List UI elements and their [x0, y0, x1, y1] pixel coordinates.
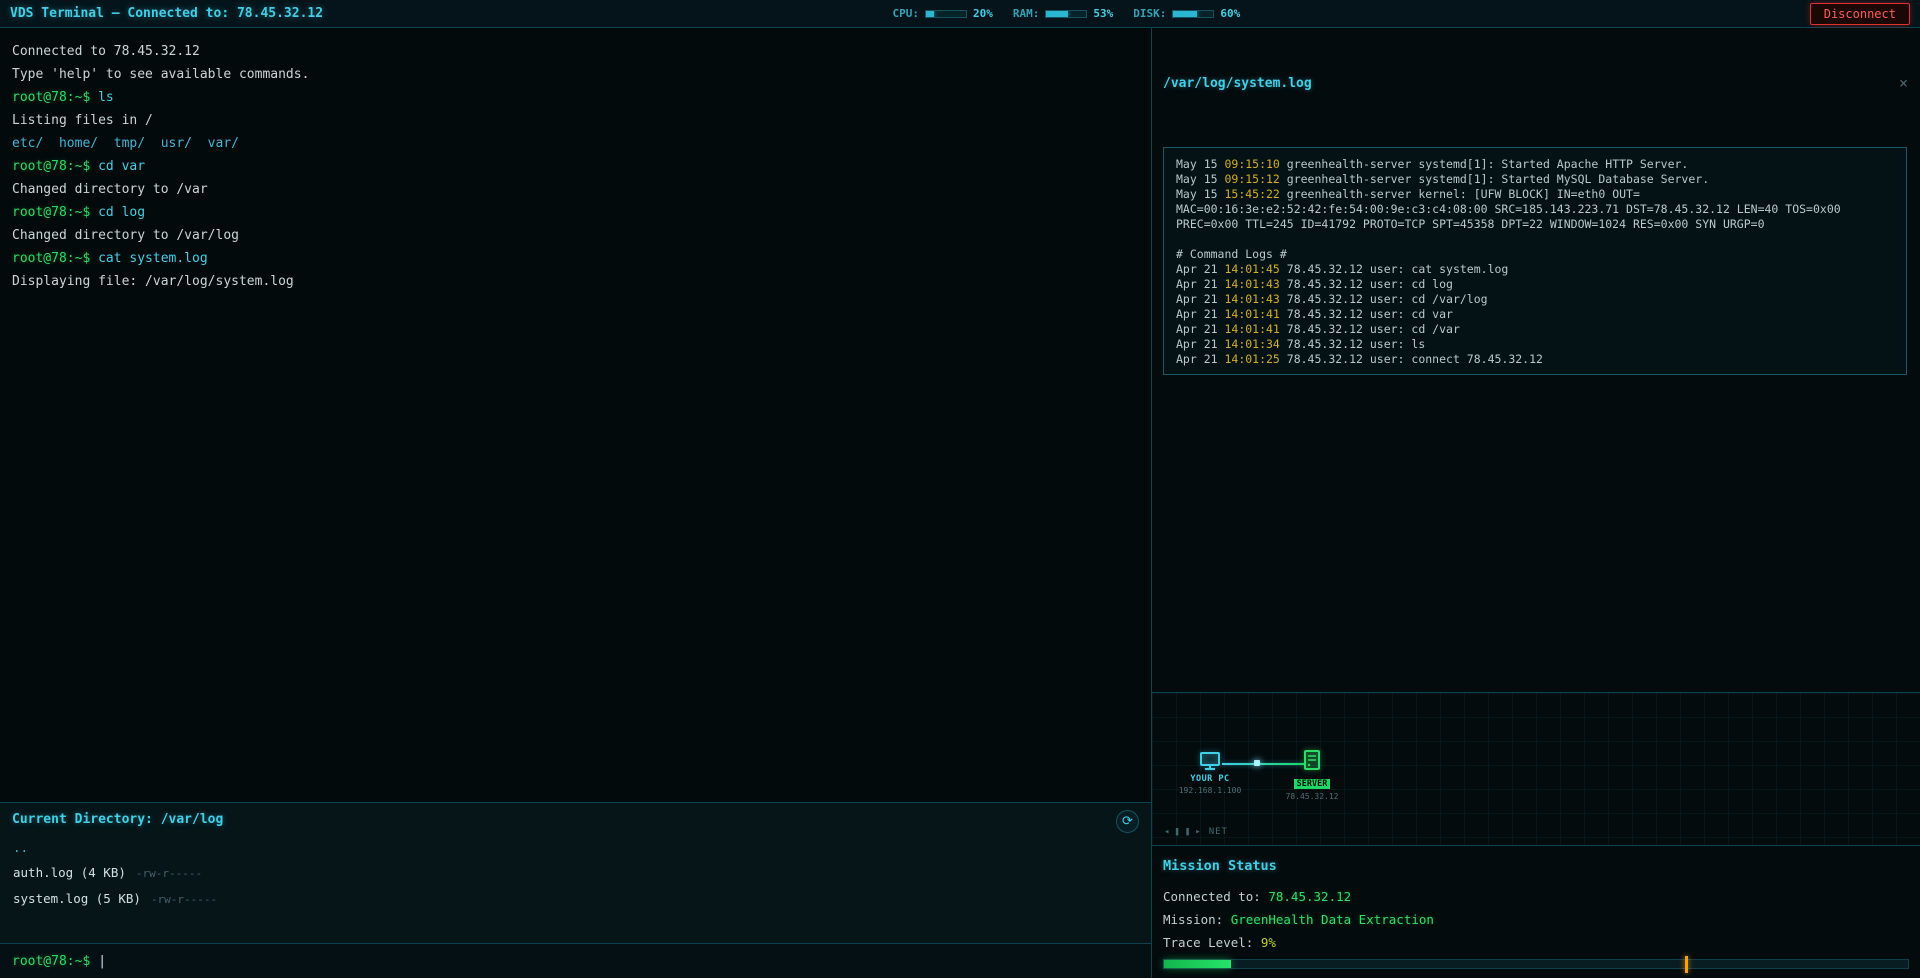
node-ip: 78.45.32.12 [1280, 792, 1344, 801]
terminal-line: root@78:~$ cd log [12, 201, 1139, 224]
window-title: VDS Terminal — Connected to: 78.45.32.12 [10, 6, 323, 21]
terminal-line: etc/ home/ tmp/ usr/ var/ [12, 132, 1139, 155]
file-browser-panel: Current Directory: /var/log ⟳ .. auth.log… [0, 802, 1151, 943]
server-icon [1280, 749, 1344, 771]
command-input-line[interactable]: root@78:~$ | [0, 943, 1151, 978]
gauge-meter [1172, 10, 1214, 18]
node-server[interactable]: SERVER 78.45.32.12 [1280, 749, 1344, 801]
pan-left-icon[interactable]: ◂ [1164, 827, 1169, 837]
cpu-gauge: CPU: 20% [893, 7, 993, 20]
file-row[interactable]: system.log (5 KB) -rw-r----- [0, 886, 1151, 912]
gauge-value: 53% [1093, 7, 1113, 20]
log-viewer-panel: /var/log/system.log × May 15 09:15:10 gr… [1152, 28, 1920, 692]
file-permissions: -rw-r----- [136, 867, 202, 880]
mission-row: Mission: GreenHealth Data Extraction [1163, 908, 1909, 931]
computer-icon [1178, 751, 1242, 771]
net-label: NET [1209, 827, 1228, 837]
mission-row-label: Mission: [1163, 912, 1231, 927]
terminal-line: Changed directory to /var [12, 178, 1139, 201]
mission-row: Trace Level: 9% [1163, 931, 1909, 954]
mission-row-label: Trace Level: [1163, 935, 1261, 950]
shell-prompt: root@78:~$ [12, 954, 90, 969]
terminal-line: Listing files in / [12, 109, 1139, 132]
current-directory-header: Current Directory: /var/log [0, 803, 1151, 835]
mission-row-value: GreenHealth Data Extraction [1231, 912, 1434, 927]
mission-row-label: Connected to: [1163, 889, 1268, 904]
close-icon[interactable]: × [1899, 74, 1908, 92]
network-packet [1254, 760, 1260, 766]
node-ip: 192.168.1.100 [1178, 786, 1242, 795]
text-cursor: | [98, 954, 106, 969]
log-line: May 15 15:45:22 greenhealth-server kerne… [1176, 187, 1894, 232]
log-line: Apr 21 14:01:41 78.45.32.12 user: cd var [1176, 307, 1894, 322]
ram-gauge: RAM: 53% [1013, 7, 1113, 20]
mission-row-value: 78.45.32.12 [1268, 889, 1351, 904]
pan-right-icon[interactable]: ▸ [1195, 827, 1200, 837]
gauge-value: 20% [973, 7, 993, 20]
gauge-fill [1046, 11, 1067, 17]
network-map-controls: ◂ ❚ ❚ ▸ NET [1164, 827, 1228, 837]
file-list: ..auth.log (4 KB)-rw-r-----system.log (5… [0, 835, 1151, 912]
network-map-panel: YOUR PC 192.168.1.100 SERVER 78.45.32.12 [1152, 692, 1920, 845]
log-line: Apr 21 14:01:43 78.45.32.12 user: cd log [1176, 277, 1894, 292]
log-line: Apr 21 14:01:41 78.45.32.12 user: cd /va… [1176, 322, 1894, 337]
disconnect-button[interactable]: Disconnect [1810, 3, 1910, 25]
log-file-title: /var/log/system.log [1163, 76, 1312, 91]
file-name: .. [13, 840, 28, 855]
log-line: May 15 09:15:10 greenhealth-server syste… [1176, 157, 1894, 172]
log-line: # Command Logs # [1176, 247, 1894, 262]
terminal-line: Changed directory to /var/log [12, 224, 1139, 247]
log-viewer-header: /var/log/system.log × [1163, 74, 1908, 92]
gauge-fill [926, 11, 934, 17]
terminal-line: root@78:~$ cat system.log [12, 247, 1139, 270]
trace-fill [1164, 960, 1231, 968]
main-split: Connected to 78.45.32.12Type 'help' to s… [0, 28, 1920, 978]
log-file-content[interactable]: May 15 09:15:10 greenhealth-server syste… [1163, 147, 1907, 375]
node-label: YOUR PC [1178, 774, 1242, 784]
left-column: Connected to 78.45.32.12Type 'help' to s… [0, 28, 1151, 978]
file-name: system.log (5 KB) [13, 891, 141, 906]
zoom-bar-icon[interactable]: ❚ [1174, 827, 1179, 837]
mission-row-value: 9% [1261, 935, 1276, 950]
mission-status-panel: Mission Status Connected to: 78.45.32.12… [1152, 845, 1920, 978]
right-column: /var/log/system.log × May 15 09:15:10 gr… [1151, 28, 1920, 978]
trace-level-bar [1163, 959, 1909, 969]
mission-rows: Connected to: 78.45.32.12Mission: GreenH… [1163, 885, 1909, 954]
terminal-line: root@78:~$ cd var [12, 155, 1139, 178]
gauge-meter [1045, 10, 1087, 18]
terminal-output: Connected to 78.45.32.12Type 'help' to s… [0, 28, 1151, 802]
mission-row: Connected to: 78.45.32.12 [1163, 885, 1909, 908]
terminal-line: Type 'help' to see available commands. [12, 63, 1139, 86]
file-row[interactable]: auth.log (4 KB) -rw-r----- [0, 860, 1151, 886]
log-line: May 15 09:15:12 greenhealth-server syste… [1176, 172, 1894, 187]
gauge-label: DISK: [1133, 7, 1166, 20]
file-row[interactable]: .. [0, 835, 1151, 860]
log-line: Apr 21 14:01:45 78.45.32.12 user: cat sy… [1176, 262, 1894, 277]
log-line: Apr 21 14:01:34 78.45.32.12 user: ls [1176, 337, 1894, 352]
mission-status-title: Mission Status [1163, 858, 1909, 874]
node-your-pc[interactable]: YOUR PC 192.168.1.100 [1178, 751, 1242, 795]
log-line [1176, 232, 1894, 247]
vds-terminal-app: VDS Terminal — Connected to: 78.45.32.12… [0, 0, 1920, 978]
terminal-line: Connected to 78.45.32.12 [12, 40, 1139, 63]
gauge-label: CPU: [893, 7, 920, 20]
node-label: SERVER [1294, 779, 1331, 789]
terminal-line: Displaying file: /var/log/system.log [12, 270, 1139, 293]
refresh-icon[interactable]: ⟳ [1116, 810, 1139, 833]
terminal-line: root@78:~$ ls [12, 86, 1139, 109]
zoom-bar-icon[interactable]: ❚ [1185, 827, 1190, 837]
gauge-label: RAM: [1013, 7, 1040, 20]
gauge-meter [925, 10, 967, 18]
file-name: auth.log (4 KB) [13, 865, 126, 880]
gauge-value: 60% [1220, 7, 1240, 20]
gauge-fill [1173, 11, 1197, 17]
system-gauges: CPU: 20% RAM: 53% DISK: 60% [893, 7, 1241, 20]
top-bar: VDS Terminal — Connected to: 78.45.32.12… [0, 0, 1920, 28]
disk-gauge: DISK: 60% [1133, 7, 1240, 20]
log-line: Apr 21 14:01:25 78.45.32.12 user: connec… [1176, 352, 1894, 367]
log-line: Apr 21 14:01:43 78.45.32.12 user: cd /va… [1176, 292, 1894, 307]
trace-threshold-marker [1685, 956, 1688, 973]
file-permissions: -rw-r----- [151, 893, 217, 906]
